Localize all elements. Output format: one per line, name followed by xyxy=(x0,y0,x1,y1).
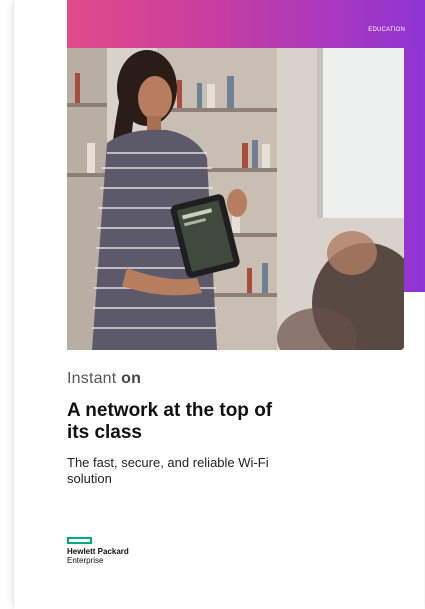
instant-on-brand: Instant on xyxy=(67,370,141,388)
hpe-logo-line2: Enterprise xyxy=(67,556,104,565)
hpe-element-icon xyxy=(67,537,92,544)
subheadline: The fast, secure, and reliable Wi-Fi sol… xyxy=(67,455,269,486)
section-tag: EDUCATION xyxy=(368,27,405,33)
gradient-header xyxy=(67,0,425,50)
brand-mark: on xyxy=(121,370,142,387)
hpe-logo: Hewlett Packard Enterprise xyxy=(67,537,129,565)
classroom-photo-illustration xyxy=(67,48,404,350)
cover-photo xyxy=(67,48,404,350)
hpe-logo-line1: Hewlett Packard xyxy=(67,547,129,556)
page: EDUCATION Instant on A network at the to… xyxy=(0,0,425,609)
headline: A network at the top of its class xyxy=(67,400,273,443)
brand-text: Instant xyxy=(67,370,117,387)
